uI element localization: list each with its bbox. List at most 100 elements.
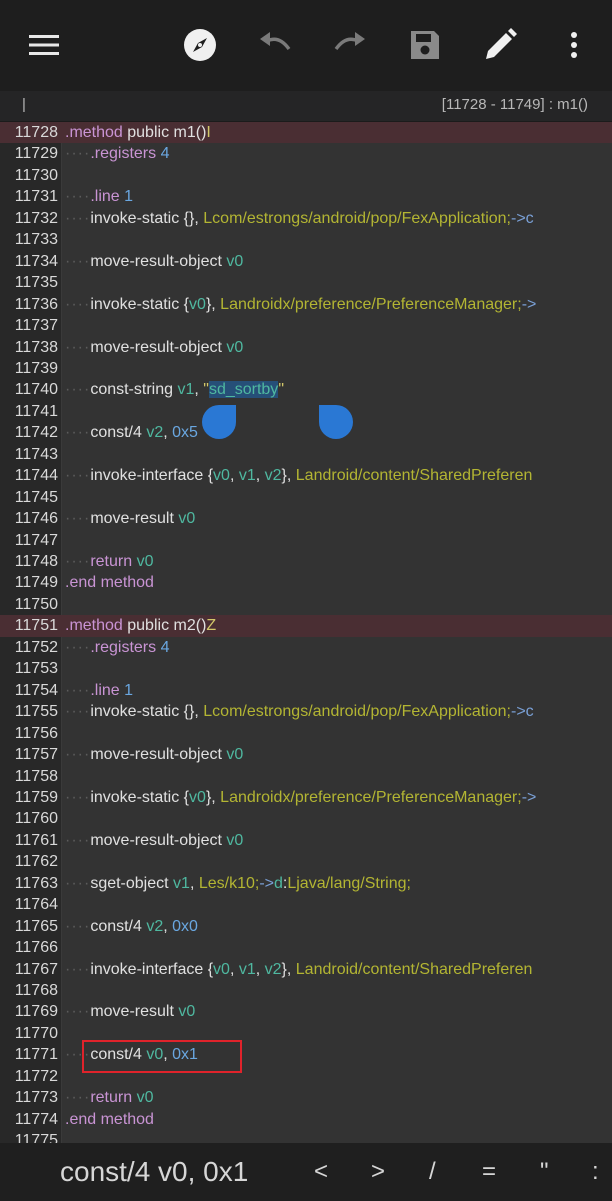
code-line[interactable]: 11759 ····invoke-static {v0}, Landroidx/p… xyxy=(0,787,612,808)
code-line[interactable]: 11739 xyxy=(0,358,612,379)
menu-icon[interactable] xyxy=(26,27,62,63)
code-line[interactable]: 11729 ····.registers 4 xyxy=(0,143,612,164)
symbol-key-equals[interactable]: = xyxy=(482,1158,496,1186)
code-line[interactable]: 11752 ····.registers 4 xyxy=(0,637,612,658)
code-line[interactable]: 11747 xyxy=(0,530,612,551)
symbol-key-less-than[interactable]: < xyxy=(314,1158,328,1186)
code-line[interactable]: 11766 xyxy=(0,937,612,958)
code-line[interactable]: 11775 xyxy=(0,1130,612,1143)
code-line[interactable]: 11761 ····move-result-object v0 xyxy=(0,830,612,851)
code-line[interactable]: 11748 ····return v0 xyxy=(0,551,612,572)
code-line[interactable]: 11733 xyxy=(0,229,612,250)
code-line[interactable]: 11754 ····.line 1 xyxy=(0,680,612,701)
code-line[interactable]: 11765 ····const/4 v2, 0x0 xyxy=(0,916,612,937)
code-text[interactable]: ····const/4 v2, 0x5 xyxy=(65,424,198,442)
code-text[interactable]: ····move-result-object v0 xyxy=(65,339,243,357)
code-text[interactable]: .end method xyxy=(65,1111,154,1129)
more-vert-icon[interactable] xyxy=(556,27,592,63)
selection-start-handle[interactable] xyxy=(202,405,236,439)
code-token: v0 xyxy=(178,510,196,528)
code-text[interactable]: ····move-result-object v0 xyxy=(65,746,243,764)
code-text[interactable]: .end method xyxy=(65,574,154,592)
edit-icon[interactable] xyxy=(482,27,518,63)
code-line[interactable]: 11734 ····move-result-object v0 xyxy=(0,251,612,272)
code-line[interactable]: 11755 ····invoke-static {}, Lcom/estrongs… xyxy=(0,701,612,722)
code-text[interactable]: ····return v0 xyxy=(65,553,153,571)
line-number: 11747 xyxy=(14,531,58,549)
code-text[interactable]: ····const/4 v2, 0x0 xyxy=(65,918,198,936)
code-text[interactable]: ····.registers 4 xyxy=(65,639,169,657)
code-line[interactable]: 11760 xyxy=(0,808,612,829)
code-line[interactable]: 11738 ····move-result-object v0 xyxy=(0,337,612,358)
code-line[interactable]: 11731 ····.line 1 xyxy=(0,186,612,207)
compass-icon[interactable] xyxy=(182,27,218,63)
code-line-method[interactable]: 11728 .method public m1()I xyxy=(0,122,612,144)
selection-end-handle[interactable] xyxy=(319,405,353,439)
code-line[interactable]: 11773 ····return v0 xyxy=(0,1087,612,1108)
code-line[interactable]: 11742 ····const/4 v2, 0x5 xyxy=(0,422,612,443)
code-line[interactable]: 11744 ····invoke-interface {v0, v1, v2}, … xyxy=(0,465,612,486)
code-token: v0 xyxy=(189,295,206,313)
code-text[interactable]: ····invoke-interface {v0, v1, v2}, Landr… xyxy=(65,467,532,485)
code-line[interactable]: 11753 xyxy=(0,658,612,679)
code-text[interactable]: ····.line 1 xyxy=(65,682,133,700)
code-line[interactable]: 11749 .end method xyxy=(0,572,612,593)
code-text[interactable]: ····move-result v0 xyxy=(65,510,195,528)
symbol-key-slash[interactable]: / xyxy=(429,1158,436,1186)
code-text[interactable]: ····invoke-static {}, Lcom/estrongs/andr… xyxy=(65,703,534,721)
code-text[interactable]: .method public m1()I xyxy=(65,124,211,142)
code-line[interactable]: 11737 xyxy=(0,315,612,336)
code-line[interactable]: 11774 .end method xyxy=(0,1109,612,1130)
code-line[interactable]: 11763 ····sget-object v1, Les/k10;->d:Lja… xyxy=(0,873,612,894)
code-text[interactable]: ····sget-object v1, Les/k10;->d:Ljava/la… xyxy=(65,875,411,893)
code-line[interactable]: 11750 xyxy=(0,594,612,615)
line-number: 11771 xyxy=(14,1046,58,1064)
current-line-preview: const/4 v0, 0x1 xyxy=(60,1156,249,1187)
code-line[interactable]: 11732 ····invoke-static {}, Lcom/estrongs… xyxy=(0,208,612,229)
code-text[interactable]: ····move-result-object v0 xyxy=(65,832,243,850)
code-line[interactable]: 11768 xyxy=(0,980,612,1001)
code-token: Z xyxy=(206,617,217,635)
code-line[interactable]: 11746 ····move-result v0 xyxy=(0,508,612,529)
code-line[interactable]: 11735 xyxy=(0,272,612,293)
code-text[interactable]: ····move-result-object v0 xyxy=(65,253,243,271)
code-text[interactable]: ····move-result v0 xyxy=(65,1003,195,1021)
code-text[interactable]: ····invoke-static {}, Lcom/estrongs/andr… xyxy=(65,210,534,228)
code-line[interactable]: 11757 ····move-result-object v0 xyxy=(0,744,612,765)
line-number: 11737 xyxy=(14,317,58,335)
code-line[interactable]: 11743 xyxy=(0,444,612,465)
code-text[interactable]: ····.registers 4 xyxy=(65,145,169,163)
code-line[interactable]: 11758 xyxy=(0,766,612,787)
line-number: 11762 xyxy=(14,853,58,871)
code-line[interactable]: 11769 ····move-result v0 xyxy=(0,1001,612,1022)
code-editor[interactable]: 11728 .method public m1()I 11729 ····.regis… xyxy=(0,122,612,1143)
undo-icon[interactable] xyxy=(257,27,293,63)
code-text[interactable]: ····const-string v1, "sd_sortby" xyxy=(65,381,284,399)
line-number: 11768 xyxy=(14,982,58,999)
code-line[interactable]: 11756 xyxy=(0,723,612,744)
code-line[interactable]: 11730 xyxy=(0,165,612,186)
code-line[interactable]: 11767 ····invoke-interface {v0, v1, v2}, … xyxy=(0,959,612,980)
save-icon[interactable] xyxy=(407,27,443,63)
code-text[interactable]: ····invoke-interface {v0, v1, v2}, Landr… xyxy=(65,961,532,979)
code-line[interactable]: 11740 ····const-string v1, "sd_sortby" xyxy=(0,379,612,400)
symbol-key-greater-than[interactable]: > xyxy=(371,1158,385,1186)
code-line[interactable]: 11745 xyxy=(0,487,612,508)
line-number: 11756 xyxy=(14,724,58,742)
code-token: 1 xyxy=(124,681,134,699)
code-token: , xyxy=(163,424,173,442)
symbol-key-colon[interactable]: : xyxy=(592,1158,599,1186)
code-line[interactable]: 11736 ····invoke-static {v0}, Landroidx/p… xyxy=(0,294,612,315)
code-token: .end method xyxy=(65,1110,154,1128)
code-line[interactable]: 11764 xyxy=(0,894,612,915)
symbol-key-quote[interactable]: " xyxy=(540,1158,549,1186)
code-text[interactable]: ····.line 1 xyxy=(65,188,133,206)
code-line[interactable]: 11741 xyxy=(0,401,612,422)
code-text[interactable]: ····invoke-static {v0}, Landroidx/prefer… xyxy=(65,789,536,807)
code-text[interactable]: ····invoke-static {v0}, Landroidx/prefer… xyxy=(65,296,536,314)
code-line[interactable]: 11762 xyxy=(0,851,612,872)
code-line-method[interactable]: 11751 .method public m2()Z xyxy=(0,615,612,637)
code-text[interactable]: .method public m2()Z xyxy=(65,617,216,635)
redo-icon[interactable] xyxy=(332,27,368,63)
code-text[interactable]: ····return v0 xyxy=(65,1089,153,1107)
